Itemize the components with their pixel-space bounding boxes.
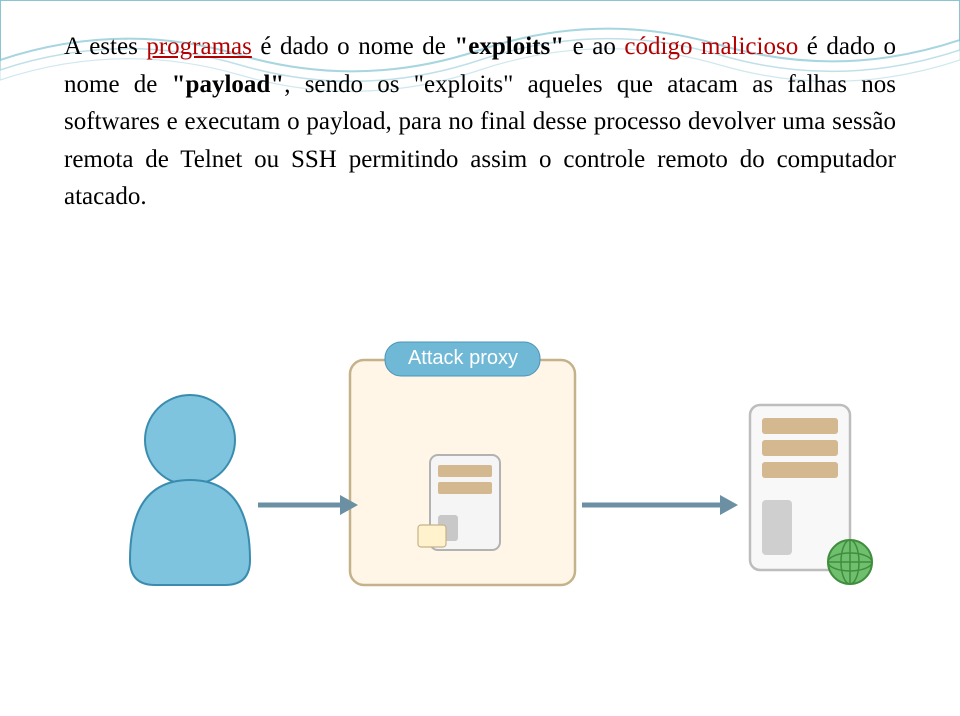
- attack-proxy-box: Attack proxy: [350, 342, 575, 585]
- arrow-user-to-proxy-icon: [258, 495, 358, 515]
- text-programas: programas: [146, 33, 252, 60]
- text-e: e ao: [564, 33, 624, 60]
- slide-content: A estes programas é dado o nome de "expl…: [0, 0, 960, 216]
- text-payload: "payload": [172, 71, 285, 98]
- arrow-proxy-to-target-icon: [582, 495, 738, 515]
- text-a: A estes: [64, 33, 146, 60]
- text-c: é dado o nome de: [252, 33, 455, 60]
- proxy-label: Attack proxy: [408, 347, 518, 369]
- globe-icon: [828, 540, 872, 584]
- proxy-server-icon: [418, 455, 500, 550]
- text-codigo-malicioso: código malicioso: [624, 33, 798, 60]
- attacker-user-icon: [130, 395, 250, 585]
- attack-diagram: Attack proxy: [0, 300, 960, 680]
- text-exploits: "exploits": [454, 33, 564, 60]
- main-paragraph: A estes programas é dado o nome de "expl…: [64, 28, 896, 216]
- target-server-icon: [750, 405, 872, 584]
